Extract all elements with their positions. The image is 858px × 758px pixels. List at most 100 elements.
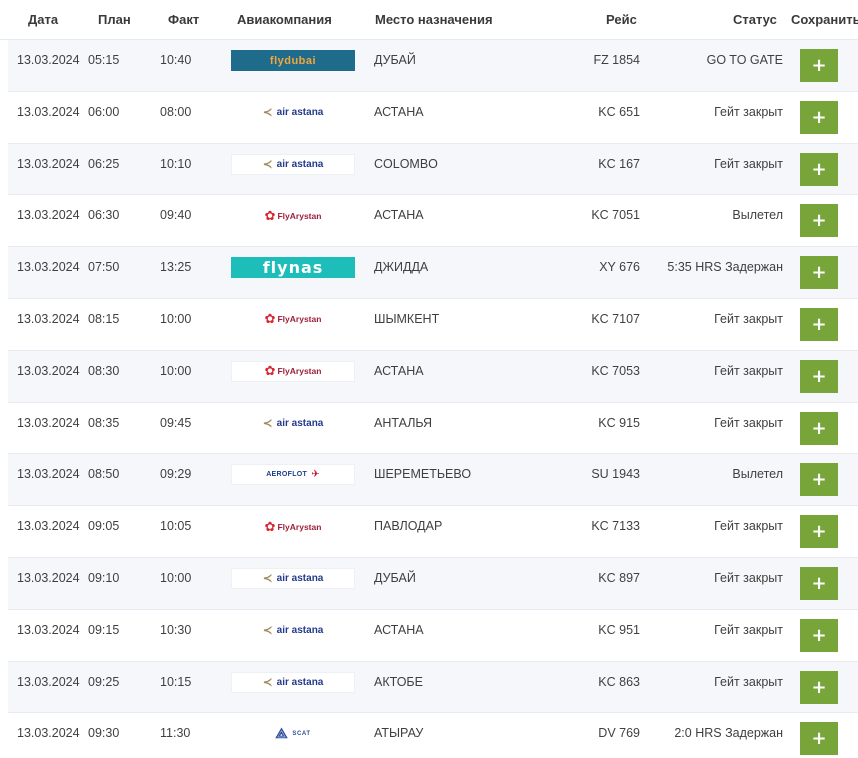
- flight-plan-time: 08:15: [88, 311, 120, 326]
- flight-actual-time: 10:40: [160, 53, 192, 67]
- flight-plan-time: 05:15: [88, 53, 120, 67]
- flight-status: Гейт закрыт: [714, 622, 783, 637]
- flights-table-body: 13.03.2024 05:15 10:40 ДУБАЙ FZ 1854 GO TO GA…: [8, 40, 858, 758]
- flight-plan-time: 09:25: [88, 674, 120, 689]
- airline-name: air astana: [276, 572, 324, 584]
- flight-status: Гейт закрыт: [714, 519, 783, 534]
- save-flight-button[interactable]: +: [800, 204, 838, 238]
- table-row: 13.03.2024 08:50 09:29 ШЕРЕМЕТЬЕВО SU 1943 Вы…: [8, 454, 858, 507]
- flight-date: 13.03.2024: [17, 363, 80, 378]
- flight-date: 13.03.2024: [17, 622, 80, 637]
- table-row: 13.03.2024 07:50 13:25 ДЖИДДА XY 676 5:35 HRS…: [8, 247, 858, 299]
- flight-destination: АТЫРАУ: [374, 726, 424, 741]
- flight-plan-time: 09:05: [88, 519, 120, 534]
- column-header-fact: Факт: [168, 12, 200, 27]
- air-astana-logo: ≺ air astana: [231, 153, 355, 175]
- flight-number: KC 7107: [591, 311, 640, 326]
- flight-destination: АСТАНА: [374, 363, 424, 378]
- aeroflot-wing-icon: ✈: [311, 469, 320, 481]
- air-astana-logo-mark-icon: ≺: [262, 675, 273, 690]
- flight-status: 2:0 HRS Задержан: [674, 726, 783, 741]
- save-flight-button[interactable]: +: [800, 152, 838, 186]
- table-row: 13.03.2024 08:30 10:00 АСТАНА KC 7053 Гейт за…: [8, 350, 858, 403]
- flight-plan-time: 07:50: [88, 260, 120, 275]
- save-flight-button[interactable]: +: [800, 359, 838, 393]
- flight-status: Гейт закрыт: [714, 104, 783, 119]
- flight-destination: АСТАНА: [374, 208, 424, 223]
- flight-plan-time: 06:30: [88, 208, 120, 223]
- save-flight-button[interactable]: +: [800, 566, 838, 600]
- flight-destination: ДЖИДДА: [374, 260, 429, 275]
- flight-destination: ШЕРЕМЕТЬЕВО: [374, 467, 472, 482]
- table-row: 13.03.2024 06:25 10:10 COLOMBO KC 167 Гейт за…: [8, 143, 858, 196]
- flight-number: KC 7051: [591, 208, 640, 223]
- flight-status: 5:35 HRS Задержан: [667, 260, 783, 275]
- save-flight-button[interactable]: +: [800, 670, 838, 704]
- table-row: 13.03.2024 06:00 08:00 АСТАНА KC 651 Гейт зак…: [8, 91, 858, 144]
- air-astana-logo: ≺ air astana: [231, 620, 355, 641]
- flight-date: 13.03.2024: [17, 260, 80, 275]
- flight-status: Гейт закрыт: [714, 156, 783, 171]
- save-flight-button[interactable]: +: [800, 307, 838, 341]
- save-flight-button[interactable]: +: [800, 618, 838, 652]
- table-row: 13.03.2024 09:10 10:00 ДУБАЙ KC 897 Гейт закр…: [8, 557, 858, 610]
- flight-actual-time: 09:45: [160, 415, 192, 430]
- flight-date: 13.03.2024: [17, 467, 80, 482]
- column-header-date: Дата: [28, 12, 59, 27]
- scat-logo-mark-icon: ⟁: [275, 725, 289, 742]
- flight-number: KC 863: [598, 674, 640, 689]
- flight-actual-time: 10:00: [160, 311, 192, 326]
- flight-plan-time: 09:15: [88, 622, 120, 637]
- flight-number: DV 769: [598, 726, 640, 741]
- air-astana-logo-mark-icon: ≺: [262, 157, 273, 172]
- departures-board: Дата План Факт Авиакомпания Место назнач…: [0, 0, 858, 758]
- airline-name: air astana: [276, 106, 324, 118]
- flight-date: 13.03.2024: [17, 415, 80, 430]
- save-flight-button[interactable]: +: [800, 256, 838, 290]
- flight-actual-time: 10:00: [160, 570, 192, 585]
- flight-date: 13.03.2024: [17, 53, 80, 67]
- flight-date: 13.03.2024: [17, 674, 80, 689]
- flight-actual-time: 09:29: [160, 467, 192, 482]
- flight-number: KC 651: [598, 104, 640, 119]
- flight-actual-time: 13:25: [160, 260, 192, 275]
- flight-actual-time: 09:40: [160, 208, 192, 223]
- save-flight-button[interactable]: +: [800, 722, 838, 756]
- scat-logo: ⟁ SCAT: [231, 723, 355, 744]
- column-header-save: Сохранить: [791, 12, 858, 27]
- airline-name: FlyArystan: [277, 521, 322, 532]
- flight-plan-time: 08:35: [88, 415, 120, 430]
- table-row: 13.03.2024 05:15 10:40 ДУБАЙ FZ 1854 GO TO GA…: [8, 40, 858, 92]
- flyarystan-logo-mark-icon: ✿: [264, 518, 276, 534]
- flight-status: Вылетел: [732, 467, 783, 482]
- flyarystan-logo-mark-icon: ✿: [264, 311, 276, 327]
- air-astana-logo-mark-icon: ≺: [262, 623, 273, 638]
- flight-destination: АНТАЛЬЯ: [374, 415, 433, 430]
- airline-name: flynas: [262, 258, 324, 278]
- flight-destination: ПАВЛОДАР: [374, 519, 443, 534]
- flight-destination: COLOMBO: [374, 156, 438, 171]
- flight-destination: ДУБАЙ: [374, 570, 416, 585]
- table-row: 13.03.2024 09:05 10:05 ПАВЛОДАР KC 7133 Гейт …: [8, 506, 858, 558]
- save-flight-button[interactable]: +: [800, 49, 838, 82]
- save-flight-button[interactable]: +: [800, 411, 838, 445]
- save-flight-button[interactable]: +: [800, 515, 838, 549]
- flight-status: Гейт закрыт: [714, 311, 783, 326]
- flight-number: KC 951: [598, 622, 640, 637]
- flight-actual-time: 08:00: [160, 104, 192, 119]
- flight-number: SU 1943: [591, 467, 640, 482]
- air-astana-logo-mark-icon: ≺: [262, 571, 273, 586]
- column-header-destination: Место назначения: [375, 12, 493, 27]
- save-flight-button[interactable]: +: [800, 463, 838, 497]
- column-header-plan: План: [98, 12, 131, 27]
- flight-number: XY 676: [599, 260, 640, 275]
- flight-plan-time: 09:30: [88, 726, 120, 741]
- save-flight-button[interactable]: +: [800, 100, 838, 134]
- airline-name: air astana: [276, 417, 324, 429]
- airline-name: flydubai: [269, 54, 317, 67]
- airline-name: SCAT: [292, 730, 311, 737]
- flight-actual-time: 10:30: [160, 622, 192, 637]
- table-row: 13.03.2024 09:15 10:30 АСТАНА KC 951 Гейт зак…: [8, 609, 858, 662]
- column-header-status: Статус: [733, 12, 777, 27]
- flight-number: KC 7053: [591, 363, 640, 378]
